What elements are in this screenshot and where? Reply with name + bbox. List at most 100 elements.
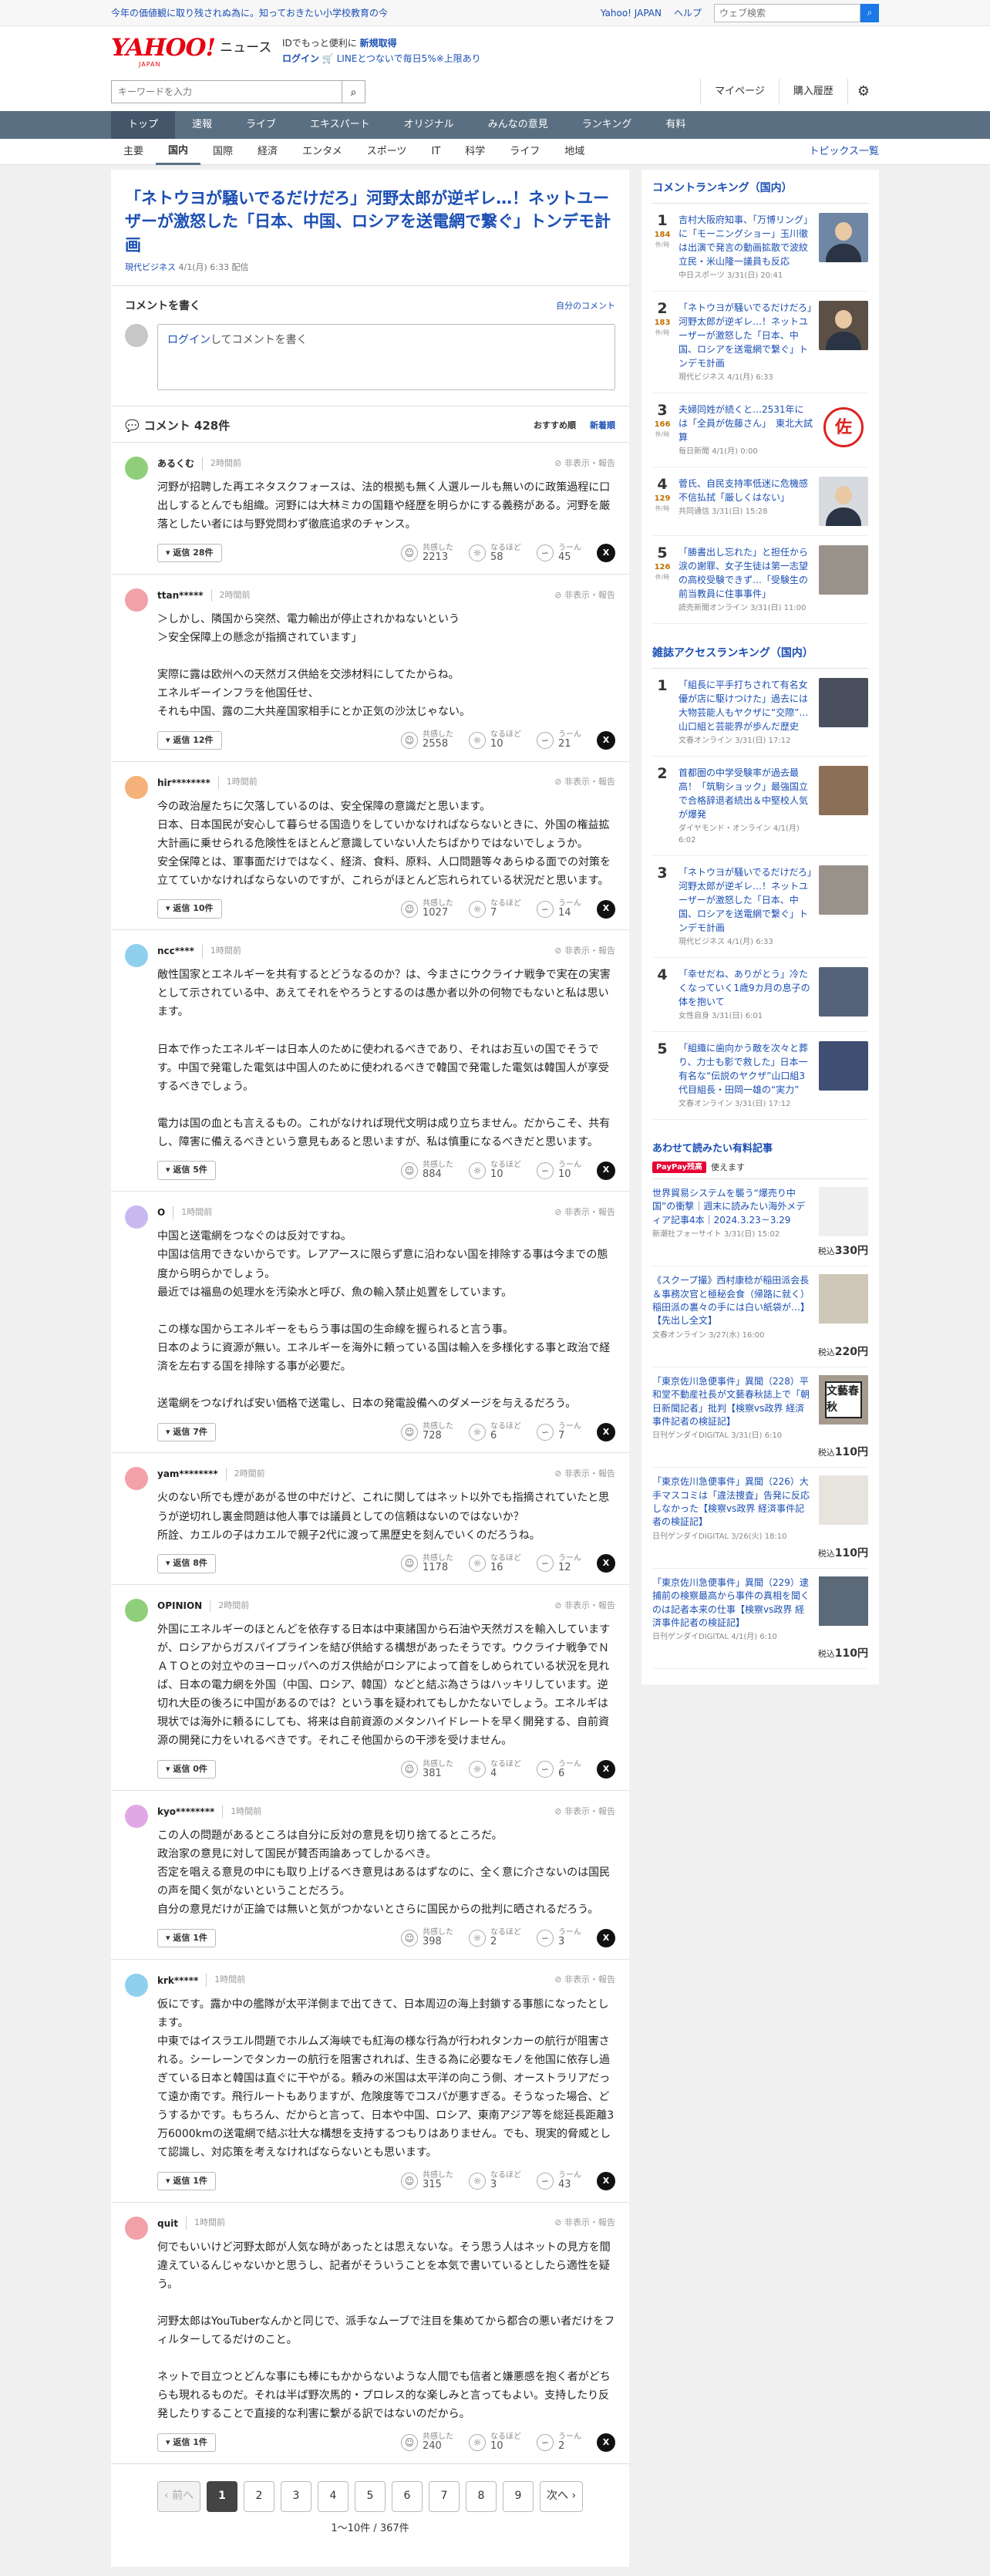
nav-expert[interactable]: エキスパート [293, 111, 387, 139]
reaction-agree-button[interactable]: ☺ 共感した 884 [401, 1161, 453, 1180]
rank-title[interactable]: 首都圏の中学受験率が過去最高！「筑駒ショック」最強国立で合格辞退者続出＆中堅校人… [679, 766, 813, 821]
page-1[interactable]: 1 [207, 2480, 237, 2512]
top-promo-link[interactable]: 今年の価値観に取り残されぬ為に。知っておきたい小学校教育の今 [111, 6, 388, 20]
reaction-hmm-button[interactable]: ∽ うーん 6 [537, 1760, 581, 1779]
page-3[interactable]: 3 [281, 2480, 311, 2512]
reaction-hmm-button[interactable]: ∽ うーん 45 [537, 544, 581, 563]
tab-life[interactable]: ライフ [497, 139, 552, 165]
reply-button[interactable]: ▾ 返信 10件 [157, 899, 222, 919]
paid-article-item[interactable]: 「東京佐川急便事件」異聞（229）逮捕前の検察最高から事件の真相を聞くのは記者本… [652, 1569, 868, 1670]
tab-economy[interactable]: 経済 [245, 139, 290, 165]
news-search-button[interactable]: ⌕ [342, 80, 365, 103]
page-9[interactable]: 9 [503, 2480, 534, 2512]
yahoo-japan-link[interactable]: Yahoo! JAPAN [601, 6, 662, 20]
ranking-item[interactable]: 2 183 件/時 「ネトウヨが騒いでるだけだろ」河野太郎が逆ギレ…！ネットユーザーが… [652, 292, 868, 393]
ranking-item[interactable]: 1 184 件/時 吉村大阪府知事、「万博リング」に「モーニングショー」玉川徹は出演で… [652, 204, 868, 292]
x-share-icon[interactable]: X [597, 1554, 615, 1573]
paid-article-title[interactable]: 「東京佐川急便事件」異聞（226）大手マスコミは「違法捜査」告発に反応しなかった… [652, 1475, 813, 1529]
reaction-agree-button[interactable]: ☺ 共感した 398 [401, 1928, 453, 1947]
hide-report-link[interactable]: ⊘ 非表示・報告 [554, 1206, 615, 1219]
line-promo-link[interactable]: LINEとつないで毎日5%※上限あり [337, 53, 481, 64]
web-search-button[interactable]: ⌕ [860, 3, 879, 22]
reaction-agree-button[interactable]: ☺ 共感した 381 [401, 1760, 453, 1779]
reaction-naruhodo-button[interactable]: ☼ なるほど 10 [469, 2433, 521, 2452]
reaction-agree-button[interactable]: ☺ 共感した 315 [401, 2171, 453, 2190]
hide-report-link[interactable]: ⊘ 非表示・報告 [554, 457, 615, 470]
signup-link[interactable]: 新規取得 [360, 38, 397, 49]
comment-user[interactable]: kyo******** [157, 1805, 214, 1819]
nav-breaking[interactable]: 速報 [175, 111, 229, 139]
next-page-button[interactable]: 次へ › [540, 2480, 584, 2512]
hide-report-link[interactable]: ⊘ 非表示・報告 [554, 1974, 615, 1987]
x-share-icon[interactable]: X [597, 2433, 615, 2452]
tab-entertainment[interactable]: エンタメ [290, 139, 355, 165]
comment-login-link[interactable]: ログイン [167, 334, 210, 346]
reaction-naruhodo-button[interactable]: ☼ なるほど 10 [469, 1161, 521, 1180]
page-6[interactable]: 6 [392, 2480, 423, 2512]
rank-title[interactable]: 「組長に平手打ちされて有名女優が店に駆けつけた」過去には大物芸能人もヤクザに“交… [679, 678, 813, 733]
reaction-naruhodo-button[interactable]: ☼ なるほど 7 [469, 899, 521, 919]
nav-ranking[interactable]: ランキング [565, 111, 649, 139]
sort-recommended[interactable]: おすすめ順 [534, 420, 576, 433]
topics-list-link[interactable]: トピックス一覧 [809, 144, 879, 160]
paid-article-item[interactable]: 《スクープ撮》西村康稔が稲田派会長＆事務次官と極秘会食（帰路に就く）稲田派の裏々… [652, 1266, 868, 1367]
x-share-icon[interactable]: X [597, 544, 615, 563]
reaction-hmm-button[interactable]: ∽ うーん 3 [537, 1928, 581, 1947]
page-7[interactable]: 7 [429, 2480, 460, 2512]
yahoo-news-logo[interactable]: YAHOO! JAPAN ニュース [111, 34, 271, 68]
magazine-ranking-item[interactable]: 2 首都圏の中学受験率が過去最高！「筑駒ショック」最強国立で合格辞退者続出＆中堅校… [652, 757, 868, 856]
tab-international[interactable]: 国際 [200, 139, 245, 165]
paid-article-title[interactable]: 「東京佐川急便事件」異聞（229）逮捕前の検察最高から事件の真相を聞くのは記者本… [652, 1576, 813, 1630]
comment-user[interactable]: krk***** [157, 1974, 198, 1988]
x-share-icon[interactable]: X [597, 899, 615, 919]
rank-title[interactable]: 吉村大阪府知事、「万博リング」に「モーニングショー」玉川徹は出演で発言の動画拡散… [679, 213, 817, 268]
rank-title[interactable]: 夫婦同姓が続くと…2531年には「全員が佐藤さん」 東北大試算 [679, 403, 813, 444]
reaction-agree-button[interactable]: ☺ 共感した 1178 [401, 1554, 453, 1573]
nav-opinions[interactable]: みんなの意見 [471, 111, 565, 139]
reaction-hmm-button[interactable]: ∽ うーん 7 [537, 1422, 581, 1441]
tab-region[interactable]: 地域 [552, 139, 597, 165]
paid-article-title[interactable]: 世界貿易システムを襲う“爆売り中国”の衝撃｜週末に読みたい海外メディア記事4本｜… [652, 1187, 813, 1227]
ranking-item[interactable]: 3 166 件/時 夫婦同姓が続くと…2531年には「全員が佐藤さん」 東北大試算 毎日… [652, 393, 868, 467]
comment-input[interactable]: ログインしてコメントを書く [157, 323, 615, 390]
comment-user[interactable]: ttan***** [157, 588, 204, 602]
page-2[interactable]: 2 [244, 2480, 274, 2512]
login-link[interactable]: ログイン [282, 53, 319, 64]
paid-article-title[interactable]: 「東京佐川急便事件」異聞（228）平和堂不動産社長が文藝春秋誌上で「朝日新聞記者… [652, 1375, 813, 1429]
nav-original[interactable]: オリジナル [387, 111, 471, 139]
hide-report-link[interactable]: ⊘ 非表示・報告 [554, 1600, 615, 1613]
reaction-hmm-button[interactable]: ∽ うーん 2 [537, 2433, 581, 2452]
rank-title[interactable]: 「幸せだね、ありがとう」冷たくなっていく1歳9カ月の息子の体を抱いて [679, 967, 813, 1009]
reaction-naruhodo-button[interactable]: ☼ なるほど 16 [469, 1554, 521, 1573]
sort-newest[interactable]: 新着順 [590, 420, 615, 433]
reaction-naruhodo-button[interactable]: ☼ なるほど 2 [469, 1928, 521, 1947]
reply-button[interactable]: ▾ 返信 8件 [157, 1554, 216, 1573]
x-share-icon[interactable]: X [597, 730, 615, 750]
reaction-agree-button[interactable]: ☺ 共感した 2213 [401, 544, 453, 563]
comment-user[interactable]: yam******** [157, 1467, 218, 1481]
x-share-icon[interactable]: X [597, 1760, 615, 1779]
purchase-history-link[interactable]: 購入履歴 [780, 79, 848, 105]
reaction-hmm-button[interactable]: ∽ うーん 21 [537, 730, 581, 750]
paid-article-item[interactable]: 「東京佐川急便事件」異聞（226）大手マスコミは「違法捜査」告発に反応しなかった… [652, 1468, 868, 1569]
article-source[interactable]: 現代ビジネス [125, 262, 176, 272]
x-share-icon[interactable]: X [597, 2171, 615, 2190]
reaction-hmm-button[interactable]: ∽ うーん 10 [537, 1161, 581, 1180]
reaction-naruhodo-button[interactable]: ☼ なるほど 58 [469, 544, 521, 563]
comment-user[interactable]: quit [157, 2217, 178, 2230]
paid-article-item[interactable]: 「東京佐川急便事件」異聞（228）平和堂不動産社長が文藝春秋誌上で「朝日新聞記者… [652, 1367, 868, 1468]
hide-report-link[interactable]: ⊘ 非表示・報告 [554, 2217, 615, 2230]
my-comments-link[interactable]: 自分のコメント [556, 300, 615, 313]
prev-page-button[interactable]: ‹ 前へ [157, 2480, 200, 2512]
ranking-item[interactable]: 5 126 件/時 「勝書出し忘れた」と担任から涙の謝罪、女子生徒は第一志望の高校受験… [652, 536, 868, 624]
reaction-naruhodo-button[interactable]: ☼ なるほど 3 [469, 2171, 521, 2190]
reply-button[interactable]: ▾ 返信 1件 [157, 1928, 216, 1948]
reaction-naruhodo-button[interactable]: ☼ なるほど 6 [469, 1422, 521, 1441]
reaction-agree-button[interactable]: ☺ 共感した 2558 [401, 730, 453, 750]
rank-title[interactable]: 「ネトウヨが騒いでるだけだろ」河野太郎が逆ギレ…！ネットユーザーが激怒した「日本… [679, 301, 813, 370]
reply-button[interactable]: ▾ 返信 5件 [157, 1161, 216, 1180]
page-4[interactable]: 4 [318, 2480, 349, 2512]
reply-button[interactable]: ▾ 返信 12件 [157, 730, 222, 750]
comment-user[interactable]: あるくむ [157, 457, 194, 470]
article-title[interactable]: 「ネトウヨが騒いでるだけだろ」河野太郎が逆ギレ…！ネットユーザーが激怒した「日本… [125, 187, 615, 257]
